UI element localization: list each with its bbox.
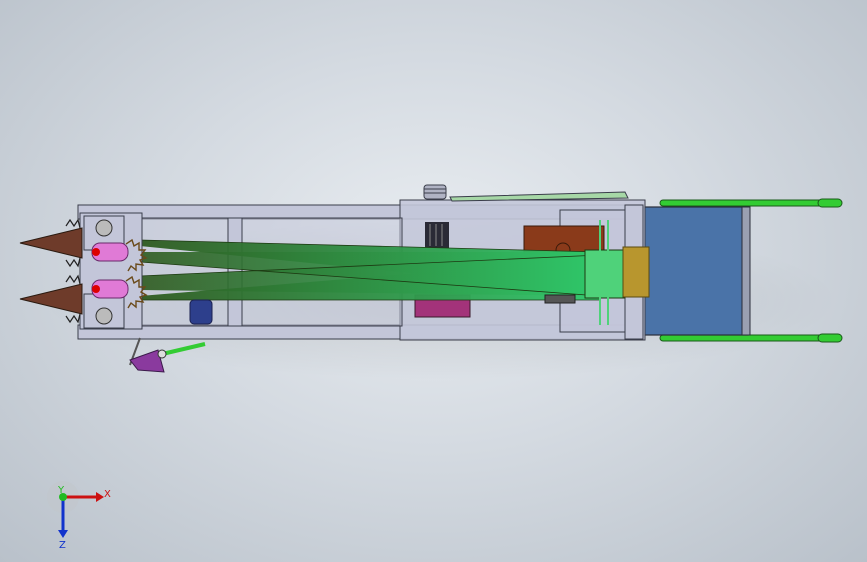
roller-hub-lower	[92, 285, 100, 293]
rear-collection-tray[interactable]	[639, 206, 749, 336]
cutter-upper	[19, 227, 83, 259]
vent-block	[425, 222, 449, 248]
top-drive[interactable]	[423, 184, 629, 202]
gearbox[interactable]	[622, 246, 650, 298]
rear-tray-edge	[741, 206, 751, 336]
handle-bar-lower	[659, 334, 826, 342]
handle-bar-upper	[659, 199, 826, 207]
belt-collector	[584, 249, 626, 299]
graphics-viewport[interactable]: X Y Z	[0, 0, 867, 562]
cad-model-view[interactable]: X Y Z	[0, 0, 867, 562]
handle-grip-lower	[817, 333, 843, 343]
z-axis-label: Z	[59, 540, 66, 551]
x-axis-arrow	[96, 492, 104, 502]
roller-hub-upper	[92, 248, 100, 256]
z-axis-arrow	[58, 530, 68, 538]
motor[interactable]	[189, 299, 213, 325]
tensioner	[544, 294, 576, 304]
axis-triad: X Y Z	[47, 481, 111, 551]
y-axis-label: Y	[57, 485, 65, 496]
handle-grip-upper	[817, 198, 843, 208]
top-pulley	[423, 184, 447, 200]
wheel-upper	[95, 219, 113, 237]
wheel-lower	[95, 307, 113, 325]
front-head[interactable]	[79, 212, 148, 330]
x-axis-label: X	[104, 489, 111, 500]
